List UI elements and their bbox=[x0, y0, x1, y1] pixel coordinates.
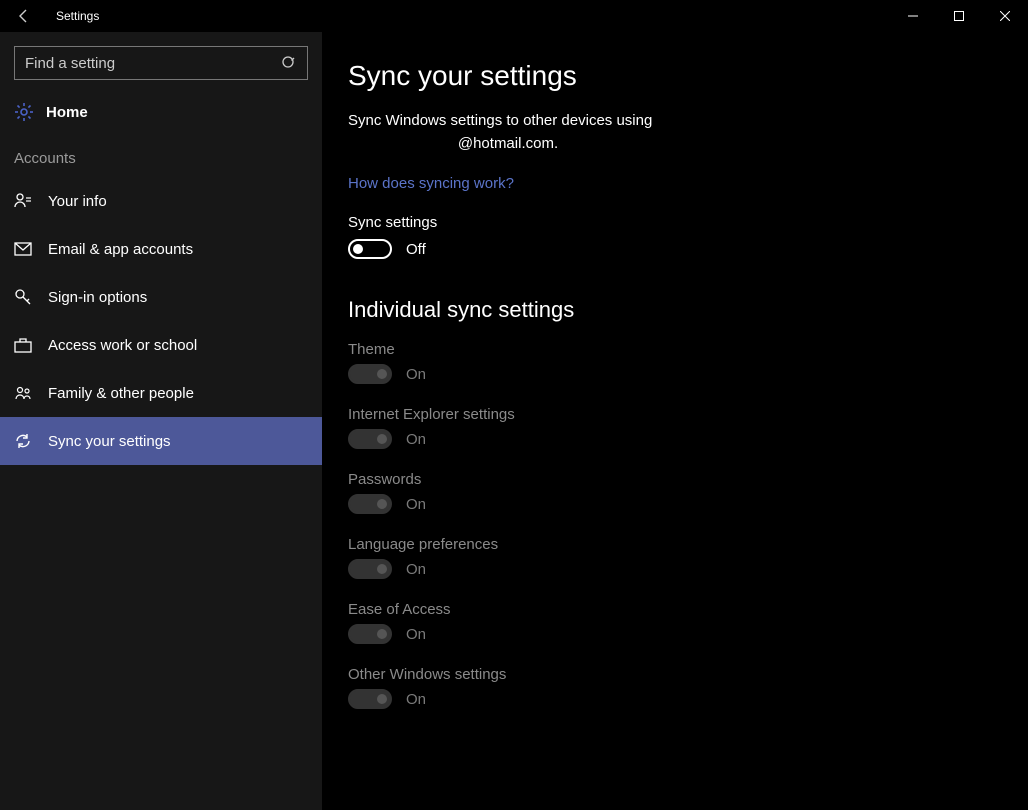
sidebar-item-label: Sync your settings bbox=[48, 433, 171, 450]
sidebar-item-signin-options[interactable]: Sign-in options bbox=[0, 273, 322, 321]
sync-description: Sync Windows settings to other devices u… bbox=[348, 110, 668, 155]
other-windows-toggle[interactable] bbox=[348, 689, 392, 709]
passwords-state: On bbox=[406, 496, 426, 513]
gear-icon bbox=[14, 102, 34, 122]
person-icon bbox=[14, 192, 32, 210]
ease-access-toggle[interactable] bbox=[348, 624, 392, 644]
sidebar-item-your-info[interactable]: Your info bbox=[0, 177, 322, 225]
sidebar-item-label: Your info bbox=[48, 193, 107, 210]
sidebar-item-label: Family & other people bbox=[48, 385, 194, 402]
close-button[interactable] bbox=[982, 0, 1028, 32]
section-heading: Accounts bbox=[0, 132, 322, 177]
sync-settings-label: Sync settings bbox=[348, 214, 1002, 231]
language-pref-toggle[interactable] bbox=[348, 559, 392, 579]
individual-sync-heading: Individual sync settings bbox=[348, 297, 1002, 323]
ie-settings-toggle[interactable] bbox=[348, 429, 392, 449]
sidebar: Find a setting Home Accounts Your info bbox=[0, 32, 322, 810]
theme-label: Theme bbox=[348, 341, 1002, 358]
ease-access-label: Ease of Access bbox=[348, 601, 1002, 618]
key-icon bbox=[14, 288, 32, 306]
passwords-label: Passwords bbox=[348, 471, 1002, 488]
other-windows-state: On bbox=[406, 691, 426, 708]
titlebar: Settings bbox=[0, 0, 1028, 32]
ie-settings-state: On bbox=[406, 431, 426, 448]
language-pref-state: On bbox=[406, 561, 426, 578]
mail-icon bbox=[14, 240, 32, 258]
sync-settings-state: Off bbox=[406, 241, 426, 258]
search-placeholder: Find a setting bbox=[25, 55, 115, 72]
minimize-button[interactable] bbox=[890, 0, 936, 32]
sidebar-item-label: Sign-in options bbox=[48, 289, 147, 306]
sidebar-item-access-work[interactable]: Access work or school bbox=[0, 321, 322, 369]
passwords-toggle[interactable] bbox=[348, 494, 392, 514]
search-icon bbox=[281, 55, 297, 71]
briefcase-icon bbox=[14, 336, 32, 354]
how-syncing-works-link[interactable]: How does syncing work? bbox=[348, 175, 1002, 192]
sidebar-item-email-accounts[interactable]: Email & app accounts bbox=[0, 225, 322, 273]
maximize-button[interactable] bbox=[936, 0, 982, 32]
sync-settings-toggle[interactable] bbox=[348, 239, 392, 259]
theme-toggle[interactable] bbox=[348, 364, 392, 384]
content-area: Sync your settings Sync Windows settings… bbox=[322, 32, 1028, 810]
ease-access-state: On bbox=[406, 626, 426, 643]
home-label: Home bbox=[46, 104, 88, 121]
people-icon bbox=[14, 384, 32, 402]
theme-state: On bbox=[406, 366, 426, 383]
sync-icon bbox=[14, 432, 32, 450]
back-button[interactable] bbox=[0, 0, 48, 32]
page-title: Sync your settings bbox=[348, 60, 1002, 92]
sidebar-item-sync-settings[interactable]: Sync your settings bbox=[0, 417, 322, 465]
search-input[interactable]: Find a setting bbox=[14, 46, 308, 80]
home-link[interactable]: Home bbox=[0, 92, 322, 132]
sidebar-item-family[interactable]: Family & other people bbox=[0, 369, 322, 417]
window-title: Settings bbox=[48, 9, 99, 23]
sidebar-item-label: Email & app accounts bbox=[48, 241, 193, 258]
language-pref-label: Language preferences bbox=[348, 536, 1002, 553]
sidebar-item-label: Access work or school bbox=[48, 337, 197, 354]
other-windows-label: Other Windows settings bbox=[348, 666, 1002, 683]
ie-settings-label: Internet Explorer settings bbox=[348, 406, 1002, 423]
